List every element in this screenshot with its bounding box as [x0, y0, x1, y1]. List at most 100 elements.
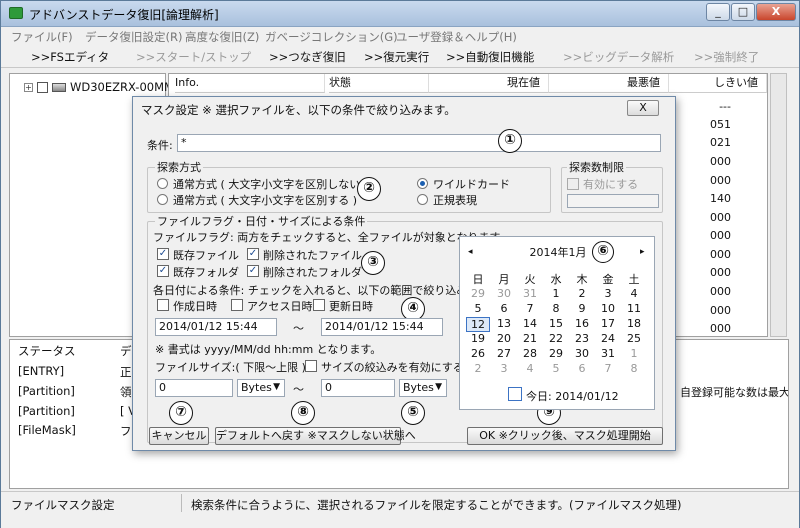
calendar-day[interactable]: 3: [596, 287, 620, 300]
calendar-day[interactable]: 15: [544, 317, 568, 330]
calendar-day[interactable]: 21: [518, 332, 542, 345]
calendar-day[interactable]: 12: [466, 317, 490, 332]
calendar-day[interactable]: 2: [570, 287, 594, 300]
calendar-day[interactable]: 18: [622, 317, 646, 330]
calendar-day[interactable]: 13: [492, 317, 516, 330]
col-worst[interactable]: 最悪値: [549, 74, 669, 93]
calendar-day[interactable]: 31: [596, 347, 620, 360]
grid-cell: 000: [710, 304, 731, 317]
calendar-day[interactable]: 6: [492, 302, 516, 315]
weekday-label: 水: [550, 273, 562, 286]
radio-wildcard[interactable]: [417, 178, 428, 189]
radio-regex[interactable]: [417, 194, 428, 205]
calendar-day[interactable]: 29: [544, 347, 568, 360]
log-col-detail[interactable]: デ: [120, 343, 132, 359]
calendar-day[interactable]: 29: [466, 287, 490, 300]
tool-fs-editor[interactable]: >>FSエディタ: [31, 49, 109, 65]
prev-month-icon[interactable]: ◂: [468, 247, 473, 257]
chk-accessed[interactable]: [231, 299, 243, 311]
tool-big-data[interactable]: >>ビッグデータ解析: [563, 49, 674, 65]
chk-created[interactable]: [157, 299, 169, 311]
size-max-input[interactable]: 0: [321, 379, 395, 397]
calendar-day[interactable]: 6: [570, 362, 594, 375]
condition-input[interactable]: *: [177, 134, 661, 152]
calendar-day[interactable]: 25: [622, 332, 646, 345]
reset-default-button[interactable]: デフォルトへ戻す ※マスクしない状態へ: [215, 427, 416, 445]
chk-existing-folder[interactable]: ✓: [157, 265, 169, 277]
menu-garbage-collection[interactable]: ガベージコレクション(G): [265, 29, 398, 45]
size-enable-checkbox[interactable]: [305, 360, 317, 372]
calendar-day[interactable]: 11: [622, 302, 646, 315]
calendar-day[interactable]: 28: [518, 347, 542, 360]
drive-checkbox[interactable]: [37, 82, 48, 93]
dialog-close-button[interactable]: X: [627, 100, 659, 116]
col-current[interactable]: 現在値: [429, 74, 549, 93]
calendar-day[interactable]: 20: [492, 332, 516, 345]
tool-restore[interactable]: >>復元実行: [364, 49, 429, 65]
menu-advanced-recovery[interactable]: 高度な復旧(Z): [185, 29, 259, 45]
ok-button[interactable]: OK ※クリック後、マスク処理開始: [467, 427, 663, 445]
chk-updated[interactable]: [313, 299, 325, 311]
chk-deleted-file[interactable]: ✓: [247, 248, 259, 260]
calendar-day[interactable]: 27: [492, 347, 516, 360]
menu-help[interactable]: ユーザ登録＆ヘルプ(H): [396, 29, 517, 45]
close-button[interactable]: X: [756, 3, 796, 21]
calendar-day[interactable]: 9: [570, 302, 594, 315]
today-box[interactable]: [508, 387, 522, 401]
tool-connect-recovery[interactable]: >>つなぎ復旧: [269, 49, 346, 65]
calendar-day[interactable]: 10: [596, 302, 620, 315]
expand-icon[interactable]: +: [24, 83, 33, 92]
cancel-button[interactable]: キャンセル: [149, 427, 209, 445]
calendar-day[interactable]: 2: [466, 362, 490, 375]
calendar-day[interactable]: 8: [622, 362, 646, 375]
tool-auto-recovery[interactable]: >>自動復旧機能: [446, 49, 534, 65]
calendar-day[interactable]: 3: [492, 362, 516, 375]
next-month-icon[interactable]: ▸: [640, 247, 645, 257]
menu-file[interactable]: ファイル(F): [11, 29, 73, 45]
radio-case-insensitive[interactable]: [157, 178, 168, 189]
col-threshold[interactable]: しきい値: [669, 74, 767, 93]
calendar-day[interactable]: 16: [570, 317, 594, 330]
size-max-unit-select[interactable]: Bytes ▼: [399, 379, 447, 397]
limit-input[interactable]: [567, 194, 659, 208]
grid-scrollbar[interactable]: [770, 73, 787, 337]
calendar-day[interactable]: 4: [622, 287, 646, 300]
minimize-button[interactable]: _: [706, 3, 730, 21]
chk-existing-file[interactable]: ✓: [157, 248, 169, 260]
calendar-day[interactable]: 24: [596, 332, 620, 345]
date-from-input[interactable]: 2014/01/12 15:44: [155, 318, 277, 336]
chk-deleted-folder[interactable]: ✓: [247, 265, 259, 277]
size-min-input[interactable]: 0: [155, 379, 233, 397]
calendar-day[interactable]: 19: [466, 332, 490, 345]
calendar-day[interactable]: 22: [544, 332, 568, 345]
log-col-status[interactable]: ステータス: [18, 343, 76, 359]
calendar-day[interactable]: 7: [596, 362, 620, 375]
calendar-day[interactable]: 8: [544, 302, 568, 315]
calendar-day[interactable]: 23: [570, 332, 594, 345]
calendar-day[interactable]: 1: [544, 287, 568, 300]
calendar-day[interactable]: 31: [518, 287, 542, 300]
calendar-day[interactable]: 14: [518, 317, 542, 330]
date-to-input[interactable]: 2014/01/12 15:44: [321, 318, 443, 336]
calendar-day[interactable]: 7: [518, 302, 542, 315]
calendar-day[interactable]: 5: [544, 362, 568, 375]
limit-enable-checkbox[interactable]: [567, 178, 579, 190]
calendar-day[interactable]: 30: [492, 287, 516, 300]
calendar-day[interactable]: 1: [622, 347, 646, 360]
radio-case-sensitive[interactable]: [157, 194, 168, 205]
chevron-down-icon: ▼: [273, 382, 280, 392]
calendar-day[interactable]: 5: [466, 302, 490, 315]
maximize-button[interactable]: □: [731, 3, 755, 21]
tool-start-stop[interactable]: >>スタート/ストップ: [136, 49, 251, 65]
drive-label[interactable]: WD30EZRX-00MMM: [70, 80, 184, 94]
today-label[interactable]: 今日: 2014/01/12: [526, 388, 619, 404]
size-min-unit-select[interactable]: Bytes ▼: [237, 379, 285, 397]
menu-recovery-settings[interactable]: データ復旧設定(R): [85, 29, 182, 45]
calendar-day[interactable]: 30: [570, 347, 594, 360]
calendar-day[interactable]: 4: [518, 362, 542, 375]
tool-force-quit[interactable]: >>強制終了: [694, 49, 759, 65]
calendar-day[interactable]: 26: [466, 347, 490, 360]
col-status[interactable]: 状態: [329, 74, 429, 93]
calendar-day[interactable]: 17: [596, 317, 620, 330]
col-info[interactable]: Info.: [175, 74, 325, 93]
